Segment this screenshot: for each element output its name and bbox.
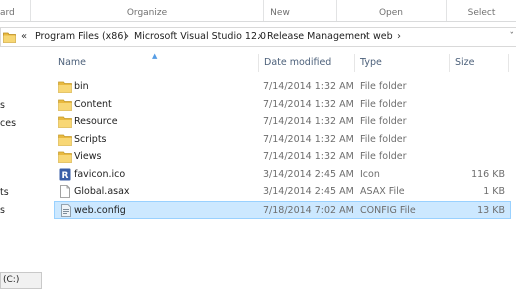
ribbon-group-clipboard-label: ard: [0, 8, 15, 18]
column-header-type[interactable]: Type: [360, 52, 382, 74]
column-divider[interactable]: [258, 54, 259, 72]
ribbon-group-labels: ard Organize New Open Select: [0, 0, 516, 22]
file-row-favicon[interactable]: R favicon.ico 3/14/2014 2:45 AM Icon 116…: [54, 166, 511, 183]
file-name: Views: [74, 151, 102, 162]
favicon-icon: R: [59, 168, 71, 181]
nav-item-fragment[interactable]: s: [0, 100, 5, 111]
folder-icon: [58, 151, 72, 163]
file-name: Resource: [74, 116, 118, 127]
file-date-modified: 7/18/2014 7:02 AM: [263, 205, 354, 216]
folder-icon: [58, 81, 72, 93]
file-type: CONFIG File: [360, 205, 416, 216]
svg-text:R: R: [62, 171, 69, 181]
breadcrumb-separator[interactable]: ›: [397, 28, 401, 46]
file-row-resource[interactable]: Resource 7/14/2014 1:32 AM File folder: [54, 113, 511, 130]
folder-icon: [58, 99, 72, 111]
file-row-content[interactable]: Content 7/14/2014 1:32 AM File folder: [54, 96, 511, 113]
file-name: bin: [74, 81, 89, 92]
ribbon-group-select-label: Select: [467, 8, 496, 18]
file-date-modified: 7/14/2014 1:32 AM: [263, 81, 354, 92]
breadcrumb-web[interactable]: web: [373, 28, 393, 46]
column-header-date-modified[interactable]: Date modified: [264, 52, 331, 74]
column-divider[interactable]: [449, 54, 450, 72]
column-divider[interactable]: [508, 54, 509, 72]
sort-ascending-icon: ▲: [152, 52, 158, 60]
nav-item-fragment[interactable]: ts: [0, 187, 9, 198]
file-type: File folder: [360, 116, 407, 127]
file-row-global-asax[interactable]: Global.asax 3/14/2014 2:45 AM ASAX File …: [54, 183, 511, 200]
file-name: favicon.ico: [74, 168, 126, 180]
breadcrumb-release-management[interactable]: Release Management: [267, 28, 370, 46]
file-name: Content: [74, 98, 112, 110]
navigation-pane: s ces ts s (C:): [0, 48, 46, 290]
file-size: 1 KB: [483, 186, 505, 197]
file-date-modified: 7/14/2014 1:32 AM: [263, 116, 354, 127]
breadcrumb-program-files-x86[interactable]: Program Files (x86): [35, 28, 127, 46]
file-type: Icon: [360, 168, 380, 180]
file-type: File folder: [360, 98, 407, 110]
file-type: File folder: [360, 133, 407, 145]
file-type: File folder: [360, 81, 407, 92]
file-size: 13 KB: [477, 205, 505, 216]
nav-item-fragment[interactable]: s: [0, 205, 5, 216]
file-date-modified: 7/14/2014 1:32 AM: [263, 98, 354, 110]
file-size: 116 KB: [471, 168, 505, 180]
folder-icon: [58, 116, 72, 128]
file-list-header: ▲ Name Date modified Type Size: [46, 52, 516, 74]
breadcrumb-separator[interactable]: ›: [258, 28, 262, 46]
ribbon-group-new-label: New: [270, 8, 290, 18]
file-row-views[interactable]: Views 7/14/2014 1:32 AM File folder: [54, 148, 511, 165]
file-name: Global.asax: [74, 186, 130, 197]
folder-icon: [58, 134, 72, 146]
breadcrumb-separator[interactable]: ›: [125, 28, 129, 46]
file-date-modified: 7/14/2014 1:32 AM: [263, 151, 354, 162]
file-type: File folder: [360, 151, 407, 162]
address-overflow-chevron[interactable]: «: [21, 28, 27, 46]
ribbon-group-open-label: Open: [378, 8, 404, 18]
file-date-modified: 7/14/2014 1:32 AM: [263, 133, 354, 145]
nav-item-fragment[interactable]: ces: [0, 118, 16, 129]
address-bar[interactable]: « Program Files (x86) › Microsoft Visual…: [0, 27, 516, 47]
file-name: web.config: [74, 205, 126, 216]
breadcrumb-separator[interactable]: ›: [363, 28, 367, 46]
column-divider[interactable]: [354, 54, 355, 72]
address-dropdown-icon[interactable]: ˇ: [510, 28, 515, 46]
file-type: ASAX File: [360, 186, 405, 197]
file-row-web-config[interactable]: web.config 7/18/2014 7:02 AM CONFIG File…: [54, 201, 511, 219]
column-header-size[interactable]: Size: [455, 52, 475, 74]
breadcrumb-visual-studio[interactable]: Microsoft Visual Studio 12.0: [134, 28, 266, 46]
file-date-modified: 3/14/2014 2:45 AM: [263, 168, 354, 180]
nav-item-local-disk-c[interactable]: (C:): [0, 272, 42, 289]
file-icon: [60, 185, 70, 198]
file-row-bin[interactable]: bin 7/14/2014 1:32 AM File folder: [54, 78, 511, 95]
config-file-icon: [61, 204, 71, 217]
file-row-scripts[interactable]: Scripts 7/14/2014 1:32 AM File folder: [54, 131, 511, 148]
column-header-name[interactable]: Name: [58, 52, 86, 74]
folder-icon: [3, 32, 16, 43]
file-date-modified: 3/14/2014 2:45 AM: [263, 186, 354, 197]
file-name: Scripts: [74, 133, 107, 145]
